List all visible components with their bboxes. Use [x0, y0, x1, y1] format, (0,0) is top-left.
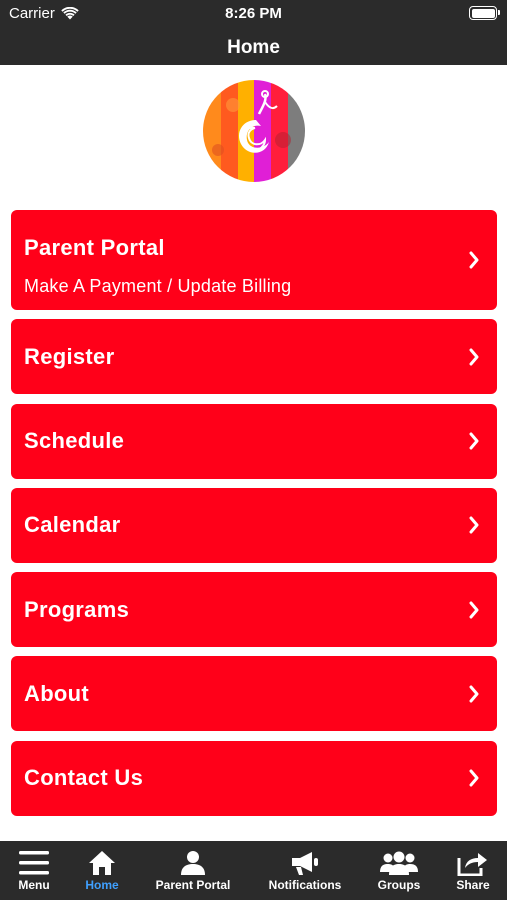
menu-item-parent-portal[interactable]: Parent Portal Make A Payment / Update Bi… — [11, 210, 497, 310]
tab-menu[interactable]: Menu — [14, 841, 54, 900]
group-icon — [380, 851, 418, 875]
status-time: 8:26 PM — [225, 5, 282, 22]
tab-groups[interactable]: Groups — [377, 841, 421, 900]
tab-bar: Menu Home Parent Portal Notifications Gr… — [0, 841, 507, 900]
menu-item-schedule[interactable]: Schedule — [11, 403, 497, 479]
tab-home[interactable]: Home — [82, 841, 122, 900]
menu-item-label: Calendar — [24, 512, 121, 538]
chevron-right-icon — [469, 769, 479, 787]
tab-label: Menu — [18, 878, 50, 892]
hamburger-icon — [19, 851, 49, 875]
chevron-right-icon — [469, 516, 479, 534]
share-icon — [457, 853, 487, 876]
chevron-right-icon — [469, 601, 479, 619]
chevron-right-icon — [469, 251, 479, 269]
app-logo — [203, 80, 305, 182]
page-title: Home — [227, 37, 280, 58]
menu-item-register[interactable]: Register — [11, 319, 497, 395]
status-bar: Carrier 8:26 PM — [0, 0, 507, 28]
person-icon — [181, 851, 205, 875]
tab-label: Parent Portal — [155, 878, 231, 892]
chevron-right-icon — [469, 685, 479, 703]
chevron-right-icon — [469, 348, 479, 366]
menu-item-label: Schedule — [24, 428, 125, 454]
chevron-right-icon — [469, 432, 479, 450]
tab-parent-portal[interactable]: Parent Portal — [156, 841, 230, 900]
tab-label: Notifications — [268, 878, 342, 892]
tab-label: Share — [456, 878, 490, 892]
battery-icon — [469, 6, 500, 20]
menu-item-label: Programs — [24, 596, 130, 622]
home-icon — [89, 851, 115, 875]
menu-item-label: About — [24, 680, 90, 706]
megaphone-icon — [292, 852, 318, 875]
menu-item-label: Parent Portal — [24, 235, 165, 260]
tab-label: Home — [85, 878, 119, 892]
menu-item-programs[interactable]: Programs — [11, 572, 497, 648]
tab-share[interactable]: Share — [453, 841, 493, 900]
menu-item-label: Contact Us — [24, 765, 144, 791]
menu-item-sublabel: Make A Payment / Update Billing — [24, 276, 292, 296]
top-bar: Carrier 8:26 PM Home — [0, 0, 507, 65]
tab-label: Groups — [377, 878, 421, 892]
menu-item-label: Register — [24, 343, 115, 369]
menu-item-contact-us[interactable]: Contact Us — [11, 740, 497, 816]
main-menu: Parent Portal Make A Payment / Update Bi… — [11, 210, 497, 825]
menu-item-about[interactable]: About — [11, 656, 497, 732]
tab-notifications[interactable]: Notifications — [269, 841, 341, 900]
menu-item-calendar[interactable]: Calendar — [11, 487, 497, 563]
